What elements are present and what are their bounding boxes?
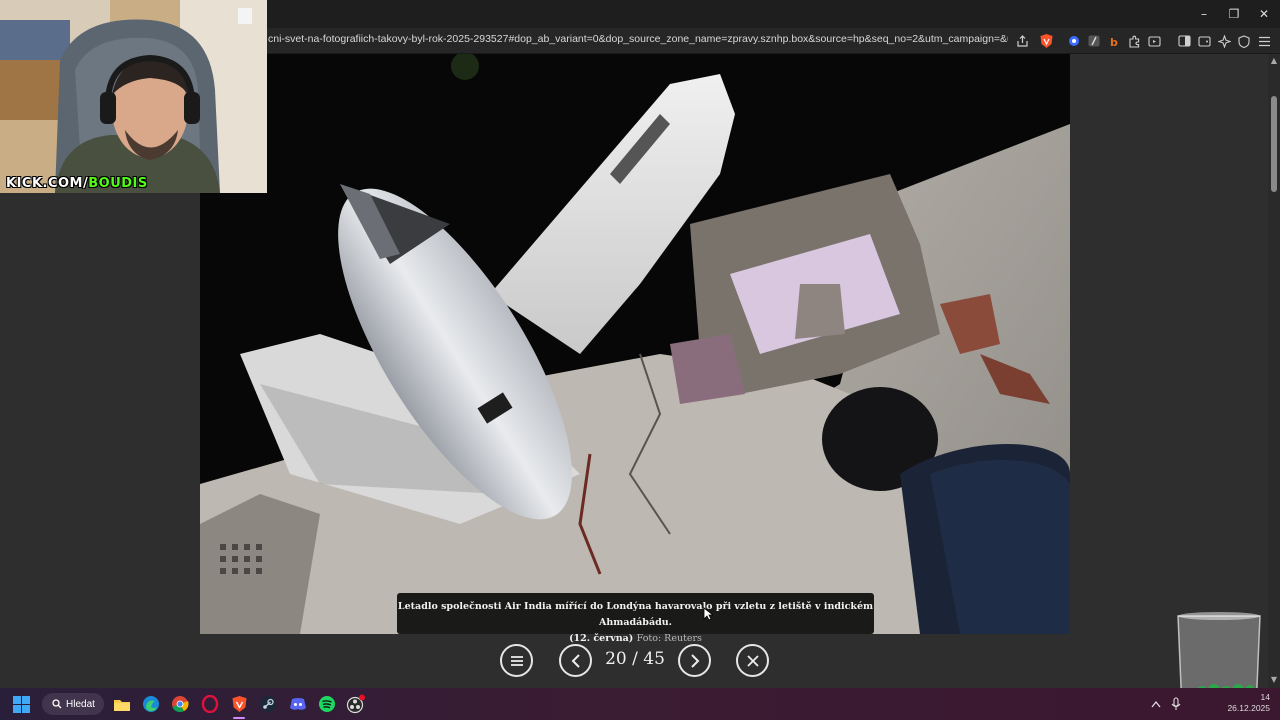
start-button[interactable] [9, 692, 33, 716]
microphone-tray[interactable] [1164, 692, 1188, 716]
extensions-puzzle-icon[interactable] [1126, 33, 1142, 49]
caption-text: Letadlo společnosti Air India mířící do … [397, 601, 874, 628]
close-icon: ✕ [1258, 7, 1270, 21]
sidebar-icon[interactable] [1176, 33, 1192, 49]
clock-date: 26.12.2025 [1227, 703, 1270, 713]
microphone-icon [1171, 697, 1181, 710]
spotify-app[interactable] [315, 692, 339, 716]
share-icon[interactable] [1014, 33, 1030, 49]
search-label: Hledat [66, 698, 95, 710]
discord-app[interactable] [286, 692, 310, 716]
taskbar-search[interactable]: Hledat [42, 693, 104, 715]
menu-icon[interactable] [1256, 33, 1272, 49]
discord-icon [290, 698, 306, 710]
chrome-app[interactable] [168, 692, 192, 716]
obs-app[interactable] [344, 692, 368, 716]
chevron-right-icon [690, 653, 699, 668]
chrome-icon [172, 696, 189, 713]
search-icon [52, 699, 62, 709]
steam-app[interactable] [256, 692, 280, 716]
wallet-icon[interactable] [1196, 33, 1212, 49]
webcam-overlay: KICK.COM/BOUDIS [0, 0, 267, 193]
spotify-icon [319, 696, 335, 712]
scroll-up-arrow-icon[interactable]: ▲ [1270, 57, 1278, 65]
obs-icon [346, 694, 365, 714]
opera-icon [201, 695, 219, 713]
streamer-webcam-image [0, 0, 267, 193]
close-window-button[interactable]: ✕ [1248, 0, 1280, 28]
opera-app[interactable] [198, 692, 222, 716]
minimize-icon: – [1201, 7, 1207, 21]
url-field[interactable]: cni-svet-na-fotografiich-takovy-byl-rok-… [268, 33, 1008, 49]
active-app-indicator [233, 717, 245, 719]
extension-b-icon[interactable]: b [1106, 33, 1122, 49]
file-explorer-app[interactable] [110, 692, 134, 716]
minimize-button[interactable]: – [1188, 0, 1220, 28]
gallery-menu-button[interactable] [500, 644, 533, 677]
folder-icon [114, 699, 130, 711]
list-icon [510, 655, 523, 666]
restore-button[interactable]: ❐ [1218, 0, 1250, 28]
kick-label-prefix: KICK.COM/ [6, 176, 89, 191]
brave-shield-icon[interactable] [1038, 33, 1054, 49]
scroll-thumb[interactable] [1271, 96, 1277, 192]
previous-photo-button[interactable] [559, 644, 592, 677]
media-icon[interactable] [1146, 33, 1162, 49]
scroll-down-arrow-icon[interactable]: ▼ [1270, 676, 1278, 684]
tray-clock[interactable]: 14 26.12.2025 [1224, 692, 1270, 714]
vpn-shield-icon[interactable] [1236, 33, 1252, 49]
chevron-up-icon [1151, 700, 1161, 708]
kick-label-user: BOUDIS [88, 176, 148, 191]
gallery-photo [200, 54, 1070, 634]
plane-crash-photo [200, 54, 1070, 634]
photo-caption: Letadlo společnosti Air India mířící do … [397, 593, 874, 644]
extension-blue-icon[interactable] [1066, 33, 1082, 49]
svg-text:b: b [1110, 36, 1118, 47]
close-gallery-button[interactable] [736, 644, 769, 677]
photo-counter: 20 / 45 [605, 649, 665, 669]
close-icon [746, 654, 759, 667]
steam-icon [260, 696, 276, 712]
kick-channel-label: KICK.COM/BOUDIS [6, 176, 148, 191]
page-scrollbar[interactable]: ▲ ▼ [1268, 54, 1280, 688]
clock-time: 14 [1260, 692, 1270, 702]
chevron-left-icon [571, 653, 580, 668]
gallery-navigation: 20 / 45 [0, 642, 1268, 682]
restore-icon: ❐ [1228, 7, 1240, 21]
windows-logo-icon [12, 695, 30, 713]
next-photo-button[interactable] [678, 644, 711, 677]
mouse-cursor-icon [703, 607, 713, 621]
brave-icon [232, 696, 246, 712]
brave-app[interactable] [227, 692, 251, 716]
edge-icon [143, 696, 159, 712]
leo-ai-icon[interactable] [1216, 33, 1232, 49]
windows-taskbar: Hledat 14 26.12.2025 [0, 688, 1280, 720]
edge-app[interactable] [139, 692, 163, 716]
extension-slash-icon[interactable] [1086, 33, 1102, 49]
